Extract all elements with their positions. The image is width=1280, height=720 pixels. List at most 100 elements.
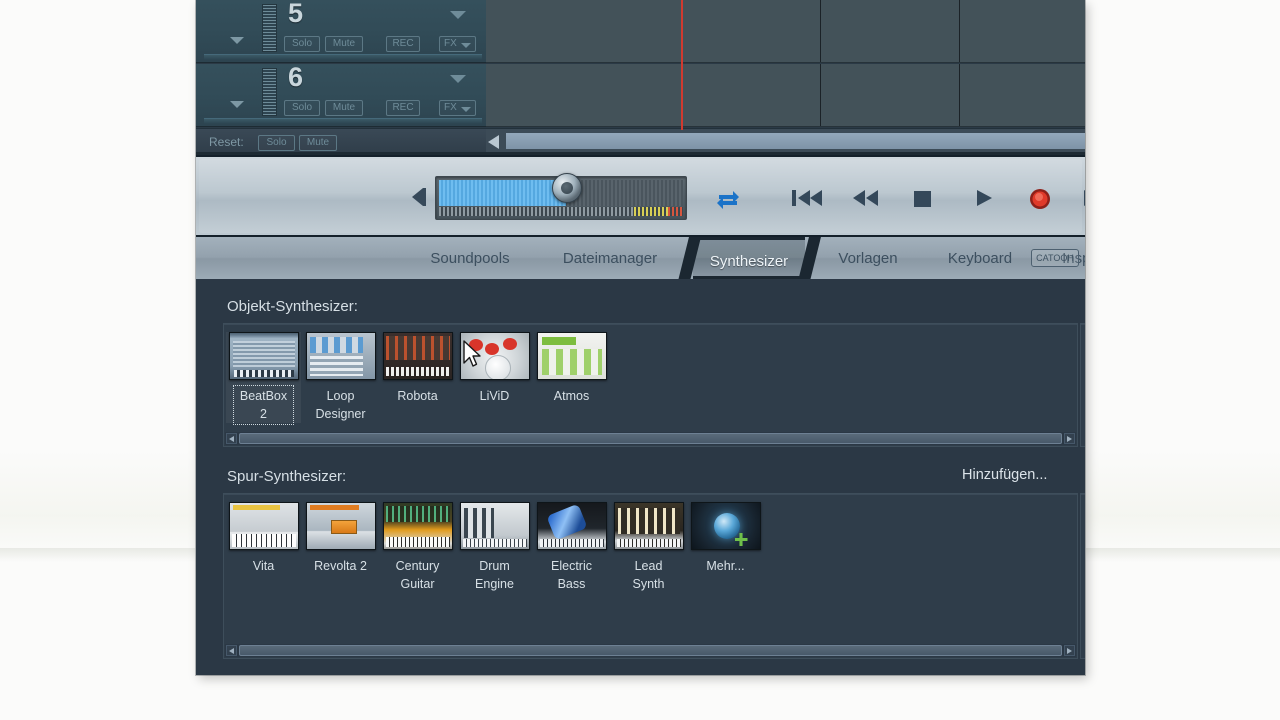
scrollbar-thumb[interactable]	[506, 133, 1085, 149]
track-row[interactable]: 6 Solo Mute REC FX	[196, 62, 1085, 127]
track-menu-chevron-icon[interactable]	[450, 11, 466, 19]
tab-synthesizer[interactable]: Synthesizer	[693, 237, 805, 279]
reset-bar: Reset: Solo Mute	[196, 128, 486, 155]
synth-thumbnail	[536, 502, 607, 550]
track-synthesizer-list[interactable]: Vita Revolta 2 Century Guitar Drum Engine …	[223, 493, 1078, 659]
catooh-button[interactable]: CATOOH	[1031, 249, 1079, 267]
synth-item-loop-designer[interactable]: Loop Designer	[303, 332, 378, 423]
jump-to-start-icon[interactable]	[412, 188, 426, 206]
track-fader[interactable]	[262, 68, 277, 116]
synth-label: Drum Engine	[475, 559, 514, 591]
track-header-6[interactable]: 6 Solo Mute REC FX	[196, 62, 486, 127]
object-list-horizontal-scrollbar[interactable]	[225, 432, 1076, 445]
synthesizer-panel: Objekt-Synthesizer: BeatBox 2 Loop Designe…	[196, 279, 1085, 675]
tab-keyboard[interactable]: Keyboard	[930, 237, 1030, 279]
lane-gridlines	[486, 64, 1085, 126]
track-solo-button[interactable]: Solo	[284, 100, 320, 116]
tab-vorlagen[interactable]: Vorlagen	[818, 237, 918, 279]
synth-label: Robota	[397, 389, 438, 403]
synth-item-century-guitar[interactable]: Century Guitar	[380, 502, 455, 593]
track-mute-button[interactable]: Mute	[325, 100, 363, 116]
synth-thumbnail	[382, 502, 453, 550]
synth-thumbnail	[459, 502, 530, 550]
tab-dateimanager[interactable]: Dateimanager	[540, 237, 680, 279]
track-lane[interactable]	[486, 0, 1085, 63]
scroll-right-arrow-icon[interactable]	[1064, 645, 1075, 656]
track-list-horizontal-scrollbar[interactable]	[225, 644, 1076, 657]
object-list-vertical-scrollbar[interactable]	[1080, 323, 1085, 447]
scrollbar-thumb[interactable]	[239, 433, 1062, 444]
synth-label: Atmos	[553, 389, 590, 403]
track-fx-button[interactable]: FX	[439, 36, 476, 52]
reset-mute-button[interactable]: Mute	[299, 135, 337, 151]
tab-label: Dateimanager	[562, 250, 658, 267]
synth-thumbnail	[536, 332, 607, 380]
synth-item-beatbox2[interactable]: BeatBox 2	[226, 332, 301, 425]
record-icon[interactable]	[1028, 188, 1052, 210]
tab-label: Keyboard	[947, 250, 1013, 267]
synth-item-livid[interactable]: LiViD	[457, 332, 532, 405]
rewind-icon[interactable]	[850, 188, 880, 208]
track-header-5[interactable]: 5 Solo Mute REC FX	[196, 0, 486, 63]
synth-item-lead-synth[interactable]: Lead Synth	[611, 502, 686, 593]
synth-label: Revolta 2	[314, 559, 367, 573]
scroll-left-arrow-icon[interactable]	[226, 433, 237, 444]
tab-label: Soundpools	[430, 250, 510, 267]
synth-item-revolta2[interactable]: Revolta 2	[303, 502, 378, 575]
fast-forward-icon[interactable]	[1082, 188, 1085, 208]
synth-label: Lead Synth	[632, 559, 665, 591]
synth-item-atmos[interactable]: Atmos	[534, 332, 609, 405]
synth-item-drum-engine[interactable]: Drum Engine	[457, 502, 532, 593]
track-record-button[interactable]: REC	[386, 100, 420, 116]
scroll-left-arrow-icon[interactable]	[226, 645, 237, 656]
scroll-right-arrow-icon[interactable]	[1064, 433, 1075, 444]
synth-label: Loop Designer	[315, 389, 366, 421]
synth-thumbnail	[459, 332, 530, 380]
track-solo-button[interactable]: Solo	[284, 36, 320, 52]
chevron-down-icon[interactable]	[230, 101, 244, 108]
track-fx-button[interactable]: FX	[439, 100, 476, 116]
synth-item-mehr[interactable]: Mehr...	[688, 502, 763, 575]
synth-item-robota[interactable]: Robota	[380, 332, 455, 405]
synth-label: Electric Bass	[551, 559, 592, 591]
synth-label: Mehr...	[706, 559, 745, 573]
synth-item-vita[interactable]: Vita	[226, 502, 301, 575]
slider-knob[interactable]	[552, 173, 582, 203]
synth-thumbnail	[613, 502, 684, 550]
track-mute-button[interactable]: Mute	[325, 36, 363, 52]
reset-label: Reset:	[209, 135, 244, 149]
slider-fill	[439, 180, 566, 206]
synth-item-electric-bass[interactable]: Electric Bass	[534, 502, 609, 593]
synth-label: Century Guitar	[395, 559, 440, 591]
track-fader[interactable]	[262, 4, 277, 52]
track-number: 6	[288, 62, 304, 92]
add-synth-link[interactable]: Hinzufügen...	[962, 467, 1047, 483]
track-record-button[interactable]: REC	[386, 36, 420, 52]
tab-soundpools[interactable]: Soundpools	[411, 237, 529, 279]
tab-label: Vorlagen	[838, 250, 898, 267]
lane-gridlines	[486, 0, 1085, 62]
loop-icon[interactable]	[714, 186, 742, 214]
arranger-horizontal-scrollbar[interactable]	[486, 128, 1085, 155]
object-synthesizer-list[interactable]: BeatBox 2 Loop Designer Robota LiViD Atmos	[223, 323, 1078, 447]
track-number: 5	[288, 0, 304, 28]
track-row[interactable]: 5 Solo Mute REC FX	[196, 0, 1085, 63]
track-lane[interactable]	[486, 64, 1085, 127]
play-icon[interactable]	[974, 188, 996, 208]
synth-thumbnail	[382, 332, 453, 380]
reset-solo-button[interactable]: Solo	[258, 135, 295, 151]
object-synthesizer-title: Objekt-Synthesizer:	[227, 298, 358, 315]
skip-back-icon[interactable]	[792, 188, 822, 208]
master-volume-slider[interactable]	[435, 173, 687, 220]
synth-thumbnail	[305, 332, 376, 380]
vu-yellow-zone	[634, 207, 669, 216]
arranger-area: 5 Solo Mute REC FX 6 Solo Mute REC FX Re…	[196, 0, 1085, 155]
track-menu-chevron-icon[interactable]	[450, 75, 466, 83]
track-list-vertical-scrollbar[interactable]	[1080, 493, 1085, 659]
chevron-down-icon[interactable]	[230, 37, 244, 44]
stop-icon[interactable]	[912, 189, 934, 209]
scrollbar-thumb[interactable]	[239, 645, 1062, 656]
scroll-left-arrow-icon[interactable]	[488, 135, 499, 149]
playback-cursor	[681, 0, 683, 130]
vu-meter	[439, 207, 683, 216]
